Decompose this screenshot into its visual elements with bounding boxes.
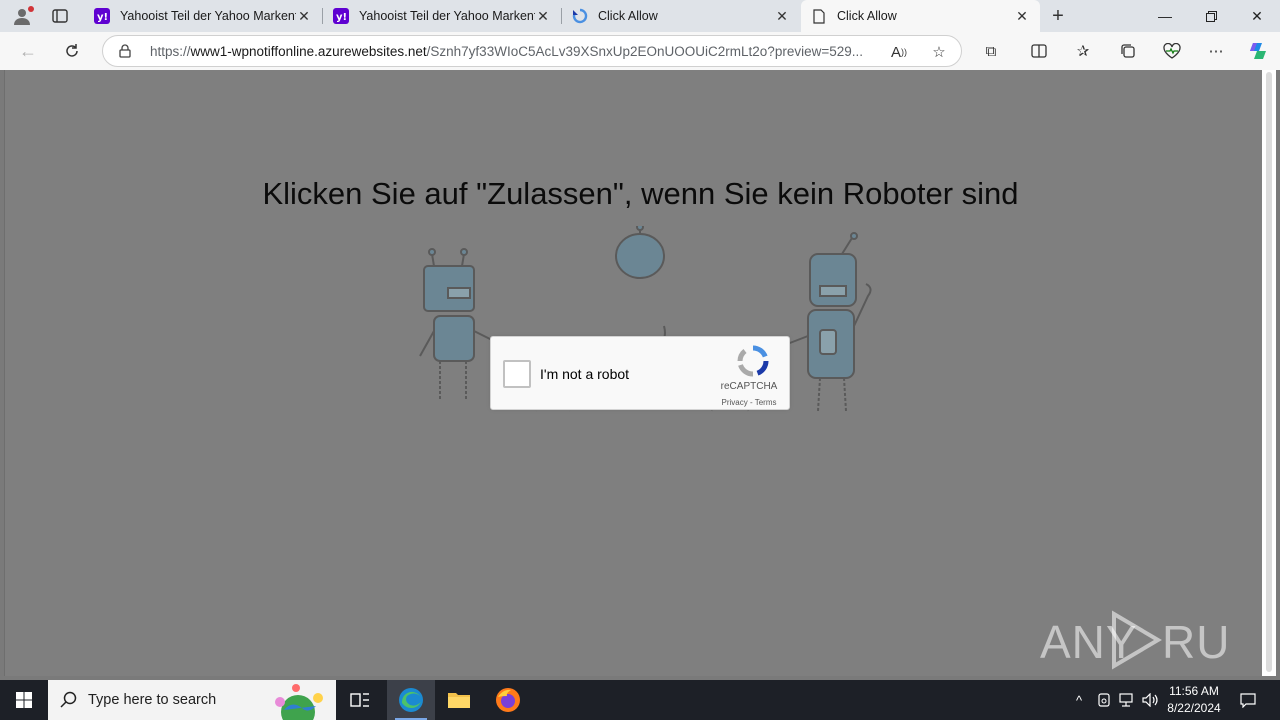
svg-text:RUN: RUN (1162, 616, 1230, 668)
device-icon (1098, 693, 1110, 707)
new-tab-button[interactable]: + (1044, 4, 1072, 28)
taskbar-clock[interactable]: 11:56 AM 8/22/2024 (1160, 683, 1228, 717)
url-host: www1-wpnotiffonline.azurewebsites.net (190, 43, 427, 59)
anyrun-watermark: ANY RUN (1040, 608, 1230, 672)
firefox-icon (496, 688, 520, 712)
task-view-icon (350, 693, 369, 707)
copilot-icon (1250, 43, 1266, 59)
url-scheme: https:// (150, 43, 191, 59)
minimize-button[interactable]: — (1142, 0, 1188, 32)
copilot-button[interactable] (1243, 37, 1273, 65)
recaptcha-logo-icon (737, 345, 769, 377)
svg-text:y!: y! (97, 12, 108, 22)
read-aloud-icon[interactable]: A)) (889, 42, 909, 62)
tab-yahoo-2[interactable]: y! Yahooist Teil der Yahoo Markenfa ✕ (323, 0, 561, 32)
taskbar-file-explorer[interactable] (435, 680, 483, 720)
start-button[interactable] (0, 680, 48, 720)
tab-close-icon[interactable]: ✕ (296, 8, 312, 24)
tab-click-allow-1[interactable]: Click Allow ✕ (562, 0, 800, 32)
back-button[interactable]: ← (13, 37, 43, 65)
favorite-star-icon[interactable]: ☆ (929, 42, 949, 62)
tab-actions-icon (52, 9, 68, 23)
notification-dot (28, 6, 34, 12)
meet-now-button[interactable] (1093, 680, 1115, 720)
network-button[interactable] (1116, 680, 1138, 720)
tab-title: Yahooist Teil der Yahoo Markenfa (359, 9, 535, 23)
split-screen-button[interactable] (1024, 37, 1054, 65)
close-icon: ✕ (1251, 7, 1263, 24)
volume-button[interactable] (1140, 680, 1162, 720)
search-placeholder: Type here to search (88, 692, 217, 708)
show-hidden-icons-button[interactable]: ^ (1068, 680, 1090, 720)
more-icon: ⋯ (1208, 43, 1224, 60)
clock-date: 8/22/2024 (1167, 701, 1221, 715)
tab-close-icon[interactable]: ✕ (774, 8, 790, 24)
taskbar-firefox[interactable] (484, 680, 532, 720)
recaptcha-privacy-terms-links[interactable]: Privacy - Terms (701, 398, 797, 407)
robot-1 (419, 248, 495, 401)
yahoo-icon: y! (333, 8, 349, 24)
speaker-icon (1142, 693, 1158, 707)
page-icon (811, 8, 827, 24)
chevron-up-icon: ^ (1075, 692, 1083, 708)
search-icon (60, 691, 77, 708)
url-text[interactable]: https://www1-wpnotiffonline.azurewebsite… (150, 44, 880, 59)
extensions-button[interactable]: ⧉ (976, 37, 1006, 65)
tab-close-icon[interactable]: ✕ (1014, 8, 1030, 24)
notification-icon (1240, 693, 1256, 708)
search-highlight-globe-icon (275, 684, 323, 720)
notifications-button[interactable] (1234, 680, 1262, 720)
collections-button[interactable] (1113, 37, 1143, 65)
file-explorer-icon (448, 693, 470, 708)
heartbeat-icon (1163, 43, 1181, 59)
close-window-button[interactable]: ✕ (1234, 0, 1280, 32)
scrollbar-thumb[interactable] (1266, 72, 1272, 672)
favorites-button[interactable]: ✰ (1068, 37, 1098, 65)
settings-more-button[interactable]: ⋯ (1201, 37, 1231, 65)
anyrun-logo-icon: ANY RUN (1040, 610, 1230, 670)
split-screen-icon (1031, 44, 1047, 58)
favorites-icon: ✰ (1076, 43, 1090, 60)
lock-icon[interactable] (117, 43, 133, 59)
recaptcha-brand: reCAPTCHA (720, 381, 778, 392)
tab-title: Click Allow (837, 9, 897, 23)
taskbar-search-box[interactable]: Type here to search (48, 680, 336, 720)
windows-taskbar: Type here to search ^ 11:56 AM 8/22/2024 (0, 680, 1280, 720)
puzzle-icon: ⧉ (985, 42, 997, 60)
refresh-icon (66, 44, 78, 57)
svg-text:y!: y! (336, 12, 347, 22)
tab-title: Click Allow (598, 9, 658, 23)
navigation-bar: ← https://www1-wpnotiffonline.azurewebsi… (0, 32, 1280, 70)
network-icon (1119, 693, 1133, 707)
plus-icon: + (1052, 4, 1064, 27)
restore-icon (1205, 10, 1217, 22)
recaptcha-widget: I'm not a robot reCAPTCHA Privacy - Term… (490, 336, 790, 410)
page-headline: Klicken Sie auf "Zulassen", wenn Sie kei… (262, 176, 1019, 211)
tab-actions-button[interactable] (46, 4, 74, 28)
taskbar-edge[interactable] (387, 680, 435, 720)
tab-bar: y! Yahooist Teil der Yahoo Markenfa ✕ y!… (0, 0, 1280, 32)
address-field[interactable]: https://www1-wpnotiffonline.azurewebsite… (102, 35, 962, 67)
not-robot-checkbox[interactable] (503, 360, 531, 388)
back-arrow-icon: ← (19, 40, 37, 61)
windows-logo-icon (16, 692, 32, 708)
minimize-icon: — (1158, 8, 1172, 24)
task-view-button[interactable] (336, 680, 384, 720)
vertical-scrollbar[interactable] (1262, 70, 1276, 676)
yahoo-icon: y! (94, 8, 110, 24)
url-path: /Sznh7yf33WIoC5AcLv39XSnxUp2EOnUOOUiC2rm… (426, 43, 863, 59)
edge-icon (399, 688, 423, 712)
tab-close-icon[interactable]: ✕ (535, 8, 551, 24)
tab-yahoo-1[interactable]: y! Yahooist Teil der Yahoo Markenfa ✕ (84, 0, 322, 32)
captcha-label: I'm not a robot (540, 366, 630, 382)
profile-button[interactable] (8, 4, 36, 28)
clock-time: 11:56 AM (1169, 684, 1219, 698)
restore-button[interactable] (1188, 0, 1234, 32)
recaptcha-icon (572, 8, 588, 24)
tab-click-allow-active[interactable]: Click Allow ✕ (801, 0, 1040, 32)
tab-title: Yahooist Teil der Yahoo Markenfa (120, 9, 296, 23)
collections-icon (1121, 44, 1135, 58)
refresh-button[interactable] (57, 37, 87, 65)
browser-essentials-button[interactable] (1157, 37, 1187, 65)
